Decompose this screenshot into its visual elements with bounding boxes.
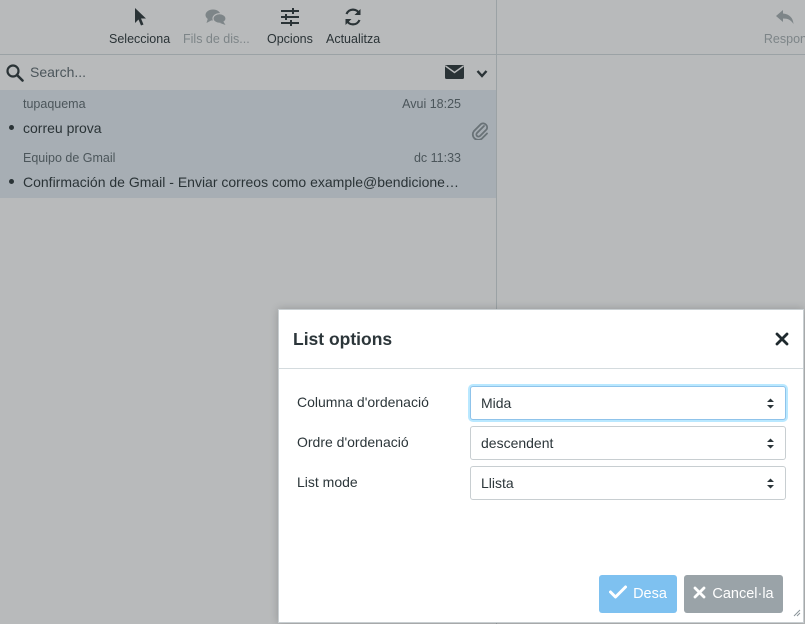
save-label: Desa [633,586,667,602]
list-mode-label: List mode [297,474,358,490]
resize-handle-icon[interactable] [791,604,801,620]
sort-order-label: Ordre d'ordenació [297,434,409,450]
select-arrows-icon [766,477,775,493]
sort-column-label: Columna d'ordenació [297,394,429,410]
select-arrows-icon [766,437,775,453]
sort-order-row: Ordre d'ordenació descendent [297,426,786,460]
check-icon [609,585,628,603]
cancel-label: Cancel·la [712,586,774,602]
close-icon [775,332,789,346]
list-mode-select[interactable]: Llista [470,466,786,500]
dialog-title: List options [293,329,393,349]
sort-column-value: Mida [481,395,512,411]
sort-column-select[interactable]: Mida [470,386,786,420]
cancel-button[interactable]: Cancel·la [684,575,783,613]
list-options-dialog: List options Columna d'ordenació Mida Or… [278,309,804,623]
dialog-header: List options [279,310,803,369]
sort-column-row: Columna d'ordenació Mida [297,386,786,420]
sort-order-value: descendent [481,435,554,451]
close-button[interactable] [773,330,791,348]
list-mode-row: List mode Llista [297,466,786,500]
list-mode-value: Llista [481,475,514,491]
save-button[interactable]: Desa [599,575,677,613]
sort-order-select[interactable]: descendent [470,426,786,460]
select-arrows-icon [766,397,775,413]
close-icon [693,586,706,603]
